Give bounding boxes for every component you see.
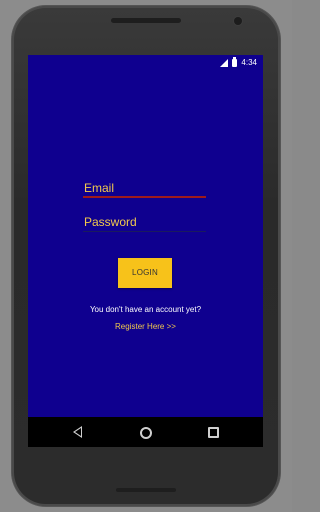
bottom-speaker bbox=[116, 488, 176, 492]
back-icon[interactable] bbox=[73, 426, 82, 438]
email-label: Email bbox=[84, 181, 115, 195]
login-button[interactable]: LOGIN bbox=[118, 258, 172, 288]
earpiece-speaker bbox=[111, 18, 181, 23]
device-frame: 4:34 Email Password LOGIN You don't have… bbox=[0, 0, 292, 512]
email-field[interactable]: Email bbox=[83, 179, 206, 199]
password-label: Password bbox=[84, 215, 137, 229]
password-field[interactable]: Password bbox=[83, 213, 206, 233]
status-clock: 4:34 bbox=[241, 58, 257, 67]
password-underline bbox=[83, 231, 206, 232]
register-link[interactable]: Register Here >> bbox=[28, 322, 263, 332]
battery-icon bbox=[232, 57, 238, 67]
no-account-text: You don't have an account yet? bbox=[89, 305, 202, 314]
signal-icon bbox=[220, 59, 229, 67]
navigation-bar bbox=[28, 417, 263, 447]
recents-icon[interactable] bbox=[208, 427, 219, 438]
home-icon[interactable] bbox=[140, 427, 152, 439]
front-camera bbox=[234, 17, 242, 25]
status-bar: 4:34 bbox=[28, 55, 263, 71]
app-screen: 4:34 Email Password LOGIN You don't have… bbox=[28, 55, 263, 447]
email-underline bbox=[83, 196, 206, 198]
status-icons: 4:34 bbox=[220, 57, 257, 68]
